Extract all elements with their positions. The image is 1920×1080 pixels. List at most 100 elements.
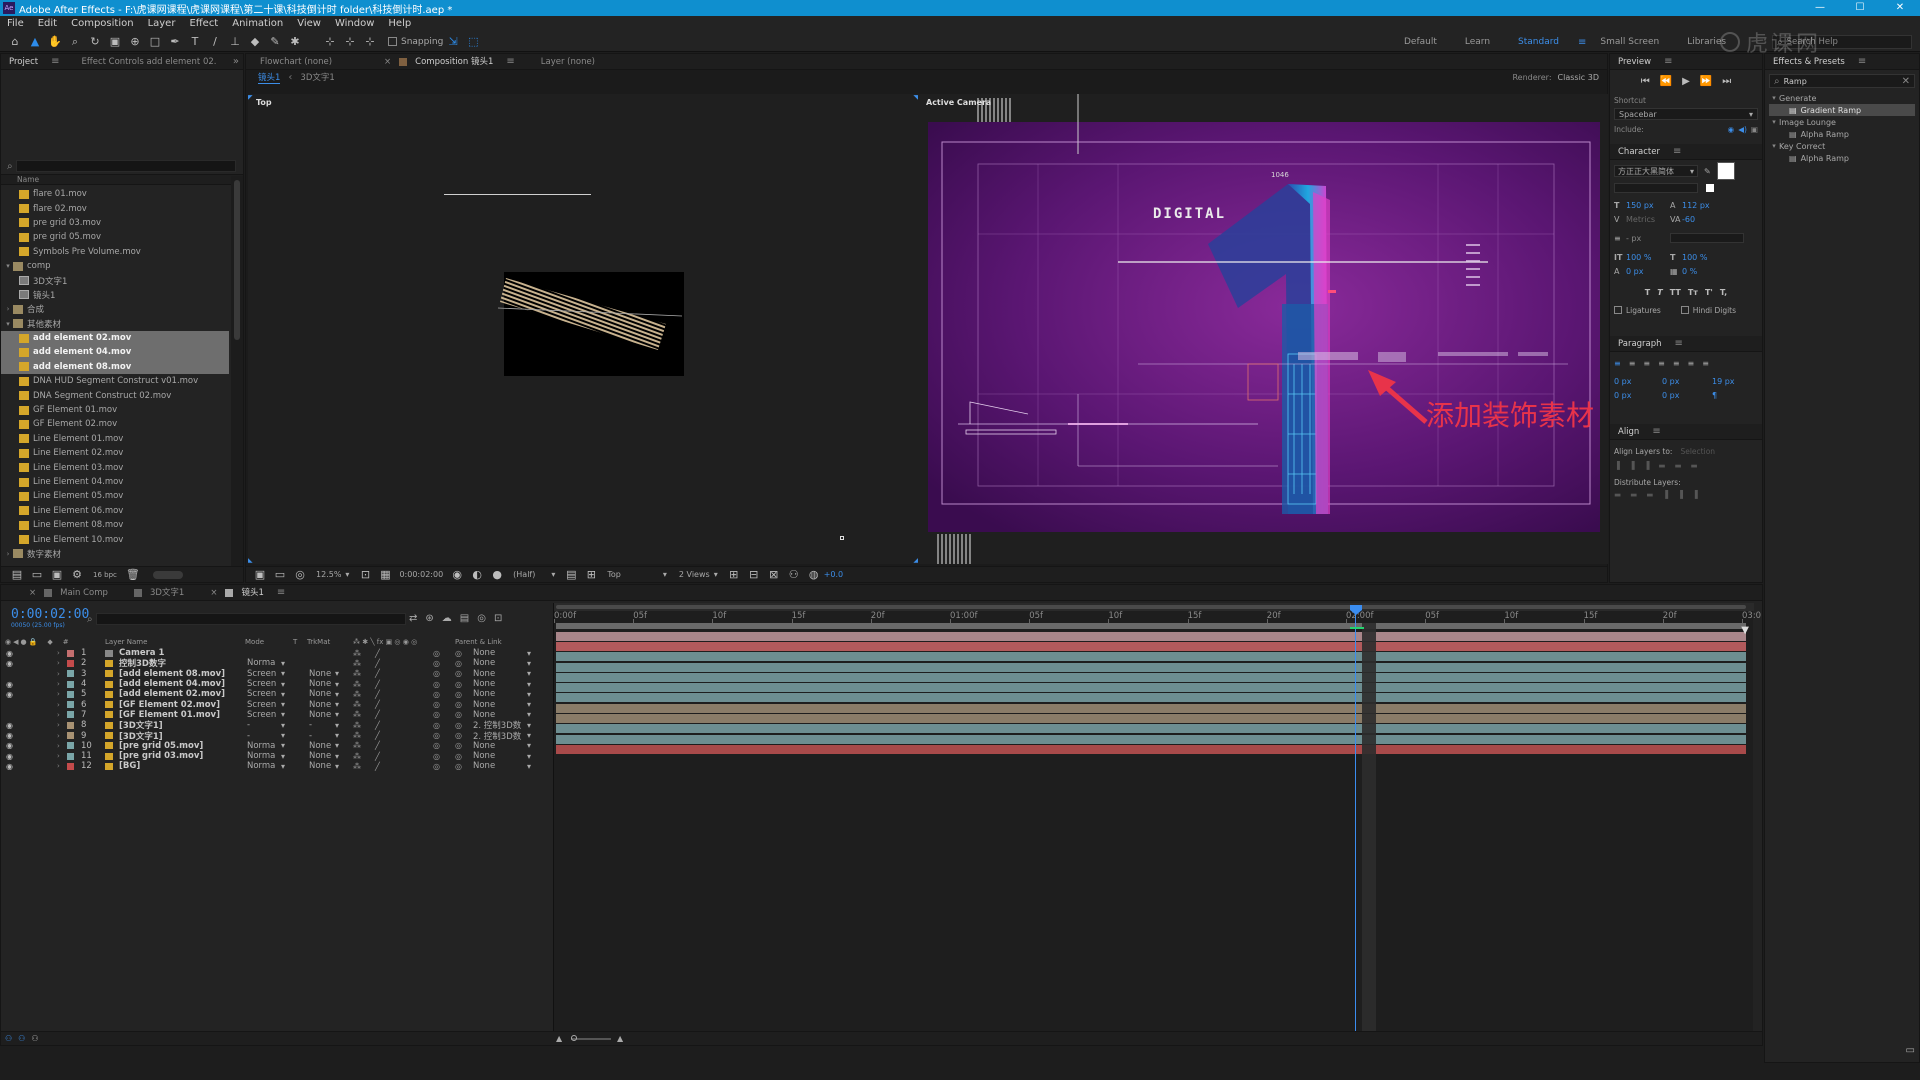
expand-layer-icon[interactable]: › <box>57 680 60 688</box>
expand-layer-icon[interactable]: › <box>57 742 60 750</box>
eye-icon[interactable]: ◉ <box>6 741 13 750</box>
chevron-down-icon[interactable]: ▾ <box>527 649 531 658</box>
project-menu-icon[interactable]: ≡ <box>51 56 59 67</box>
parent-pickwhip-icon[interactable]: ◎ <box>455 669 462 678</box>
workspace-standard[interactable]: Standard <box>1518 37 1559 47</box>
project-folder[interactable]: › 合成 <box>1 302 229 316</box>
chevron-down-icon[interactable]: ▾ <box>335 721 339 730</box>
quality-switch-icon[interactable]: ╱ <box>375 700 380 709</box>
chevron-down-icon[interactable]: ▾ <box>527 762 531 771</box>
quality-switch-icon[interactable]: ╱ <box>375 710 380 719</box>
chevron-down-icon[interactable]: ▾ <box>281 669 285 678</box>
rectangle-tool-icon[interactable]: □ <box>148 35 162 49</box>
mode-dropdown[interactable]: Screen <box>247 679 276 689</box>
label-color-swatch[interactable] <box>67 742 74 750</box>
3d-view-dropdown[interactable]: Top ▾ <box>607 570 667 579</box>
project-item[interactable]: pre grid 05.mov <box>1 230 229 244</box>
layer-name[interactable]: [GF Element 02.mov] <box>119 700 220 710</box>
number-column-icon[interactable]: # <box>63 638 69 646</box>
view-axis-icon[interactable]: ⊹ <box>363 35 377 49</box>
align-center-icon[interactable]: ≡ <box>1629 359 1636 368</box>
flowchart-icon[interactable]: ⚙ <box>70 568 84 582</box>
shy-switch-icon[interactable]: ⁂ <box>353 710 361 719</box>
parent-dropdown[interactable]: None <box>473 658 495 668</box>
show-snapshot-icon[interactable]: ◐ <box>470 568 484 582</box>
eye-icon[interactable]: ◉ <box>6 762 13 771</box>
trkmat-dropdown[interactable]: None <box>309 710 331 720</box>
parent-pickwhip-icon[interactable]: ◎ <box>455 700 462 709</box>
tab-flowchart[interactable]: Flowchart (none) <box>252 54 340 70</box>
chevron-down-icon[interactable]: ▾ <box>281 752 285 761</box>
mode-dropdown[interactable]: Screen <box>247 710 276 720</box>
3d-layer-switch-icon[interactable]: ◎ <box>433 680 440 689</box>
chevron-down-icon[interactable]: ▾ <box>335 669 339 678</box>
expand-layer-icon[interactable]: › <box>57 649 60 657</box>
menu-composition[interactable]: Composition <box>64 16 140 32</box>
layer-duration-bar[interactable] <box>556 641 1746 651</box>
parent-pickwhip-icon[interactable]: ◎ <box>455 649 462 658</box>
region-icon[interactable]: ⊡ <box>358 568 372 582</box>
layer-name[interactable]: [add element 02.mov] <box>119 689 225 699</box>
expand-layer-icon[interactable]: › <box>57 701 60 709</box>
indent-left-value[interactable]: 0 px <box>1614 377 1662 386</box>
quality-switch-icon[interactable]: ╱ <box>375 649 380 658</box>
shy-switch-icon[interactable]: ⁂ <box>353 752 361 761</box>
expand-layer-icon[interactable]: › <box>57 752 60 760</box>
shy-switch-icon[interactable]: ⁂ <box>353 721 361 730</box>
parent-pickwhip-icon[interactable]: ◎ <box>455 731 462 740</box>
align-right-edges-icon[interactable]: ▐ <box>1644 461 1650 470</box>
label-color-swatch[interactable] <box>67 732 74 740</box>
work-area-range[interactable] <box>556 623 1746 629</box>
chevron-right-icon[interactable]: › <box>3 550 13 558</box>
stroke-width-value[interactable]: - px <box>1626 234 1670 243</box>
stroke-type-dropdown[interactable] <box>1670 233 1744 243</box>
solo-toggle-icon[interactable]: ● <box>21 638 27 646</box>
chevron-down-icon[interactable]: ▾ <box>335 690 339 699</box>
character-menu-icon[interactable]: ≡ <box>1673 146 1681 157</box>
delete-icon[interactable]: 🗑 <box>126 568 140 582</box>
zoom-in-icon[interactable]: ▲ <box>617 1034 623 1043</box>
lock-icon[interactable] <box>399 57 408 66</box>
layer-duration-bar[interactable] <box>556 672 1746 682</box>
trkmat-dropdown[interactable]: None <box>309 679 331 689</box>
tab-paragraph[interactable]: Paragraph <box>1610 336 1670 352</box>
effects-group-generate[interactable]: Generate <box>1779 94 1816 103</box>
trkmat-dropdown[interactable]: - <box>309 731 312 741</box>
eye-icon[interactable]: ◉ <box>6 659 13 668</box>
expand-layer-icon[interactable]: › <box>57 732 60 740</box>
justify-left-icon[interactable]: ≡ <box>1658 359 1665 368</box>
interpret-footage-icon[interactable]: ▤ <box>10 568 24 582</box>
layer-duration-bar[interactable] <box>556 652 1746 662</box>
project-item[interactable]: GF Element 02.mov <box>1 417 229 431</box>
overlay-include-icon[interactable]: ▣ <box>1751 125 1758 134</box>
quality-switch-icon[interactable]: ╱ <box>375 752 380 761</box>
layer-row[interactable]: ◉ › 9 [3D文字1] - ▾ - ▾ ⁂ ╱ ◎ ◎ 2. 控制3D数 ▾ <box>1 730 553 742</box>
project-item[interactable]: DNA Segment Construct 02.mov <box>1 388 229 402</box>
quality-switch-icon[interactable]: ╱ <box>375 741 380 750</box>
frame-blending-icon[interactable]: ▤ <box>460 613 469 624</box>
tab-preview[interactable]: Preview <box>1610 54 1659 70</box>
time-ruler[interactable]: 0:00f 05f 10f 15f 20f 01:00f 05f 10f 15f 20f 02:00… <box>554 611 1761 623</box>
chevron-down-icon[interactable]: ▾ <box>527 731 531 740</box>
project-item[interactable]: Line Element 04.mov <box>1 475 229 489</box>
chevron-down-icon[interactable]: ▾ <box>281 690 285 699</box>
label-color-swatch[interactable] <box>67 690 74 698</box>
timeline-timecode[interactable]: 0:00:02:00 00050 (25.00 fps) <box>11 607 89 629</box>
mode-dropdown[interactable]: Norma <box>247 741 275 751</box>
chevron-down-icon[interactable]: ▾ <box>1769 94 1779 102</box>
viewer-timecode[interactable]: 0:00:02:00 <box>399 570 443 579</box>
label-color-swatch[interactable] <box>67 752 74 760</box>
project-search-input[interactable] <box>15 160 236 172</box>
shy-switch-icon[interactable]: ⁂ <box>353 649 361 658</box>
play-icon[interactable]: ▶ <box>1682 76 1690 87</box>
pen-tool-icon[interactable]: ✒ <box>168 35 182 49</box>
project-item[interactable]: DNA HUD Segment Construct v01.mov <box>1 374 229 388</box>
eye-icon[interactable]: ◉ <box>6 690 13 699</box>
project-item[interactable]: Line Element 08.mov <box>1 518 229 532</box>
eye-icon[interactable]: ◉ <box>6 649 13 658</box>
layer-duration-bar[interactable] <box>556 662 1746 672</box>
stroke-color-swatch[interactable] <box>1706 184 1714 192</box>
layer-row[interactable]: › 3 [add element 08.mov] Screen ▾ None ▾ ⁂ ╱ ◎ ◎ No… <box>1 669 553 679</box>
tab-character[interactable]: Character <box>1610 144 1668 160</box>
layer-duration-bar[interactable] <box>556 714 1746 723</box>
